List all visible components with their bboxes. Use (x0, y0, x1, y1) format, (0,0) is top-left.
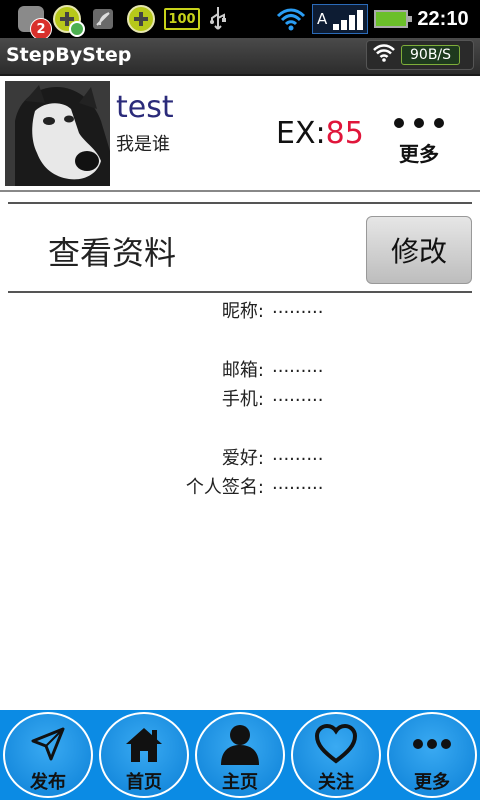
badge-count: 2 (30, 18, 52, 40)
field-label: 邮箱: (221, 360, 264, 381)
heart-icon (314, 722, 358, 766)
edit-button[interactable]: 修改 (366, 216, 472, 284)
user-subtitle: 我是谁 (116, 134, 170, 155)
network-speed-widget: 90B/S (366, 40, 474, 70)
field-value: ......... (272, 297, 324, 318)
app-bar: StepByStep 90B/S (0, 38, 480, 76)
field-label: 爱好: (221, 448, 264, 469)
nav-home[interactable]: 首页 (99, 712, 189, 798)
home-icon (122, 722, 166, 766)
app-title: StepByStep (6, 44, 132, 66)
more-dots-icon (386, 114, 452, 132)
field-email: 邮箱: ......... (0, 356, 480, 384)
experience-display: EX:85 (276, 116, 364, 151)
network-speed-value: 90B/S (401, 45, 461, 65)
field-hobby: 爱好: ......... (0, 444, 480, 472)
send-icon (26, 722, 70, 766)
nav-follow[interactable]: 关注 (291, 712, 381, 798)
nav-label: 主页 (222, 772, 258, 793)
field-value: ......... (272, 444, 324, 465)
ex-value: 85 (325, 116, 364, 151)
more-dots-icon (410, 722, 454, 766)
usb-icon (204, 4, 232, 34)
divider (8, 202, 472, 204)
divider (8, 291, 472, 293)
avatar[interactable] (5, 81, 110, 186)
battery-100-icon: 100 (162, 4, 202, 34)
add-app-icon[interactable] (50, 4, 85, 37)
nav-profile[interactable]: 主页 (195, 712, 285, 798)
leaf-icon[interactable] (90, 4, 116, 34)
nav-label: 更多 (414, 772, 450, 793)
signal-icon: A (312, 4, 368, 34)
status-bar: 2 100 A 22:10 (0, 0, 480, 40)
battery-icon (374, 10, 412, 28)
field-phone: 手机: ......... (0, 385, 480, 413)
bottom-navigation: 发布 首页 主页 关注 更多 (0, 710, 480, 800)
field-nickname: 昵称: ......... (0, 297, 480, 325)
profile-header: test 我是谁 EX:85 更多 (0, 78, 480, 192)
add-circle-icon[interactable] (124, 4, 158, 34)
nav-publish[interactable]: 发布 (3, 712, 93, 798)
ex-label: EX: (276, 116, 326, 151)
section-title: 查看资料 (48, 234, 177, 272)
nav-more[interactable]: 更多 (387, 712, 477, 798)
wifi-icon (274, 4, 308, 34)
battery-100-label: 100 (164, 8, 200, 30)
field-label: 手机: (221, 389, 264, 410)
username: test (116, 90, 174, 125)
field-value: ......... (272, 385, 324, 406)
notification-badge-icon[interactable]: 2 (14, 4, 52, 40)
more-button[interactable]: 更多 (386, 114, 452, 167)
nav-label: 首页 (126, 772, 162, 793)
nav-label: 关注 (318, 772, 354, 793)
user-icon (218, 722, 262, 766)
signal-letter: A (317, 10, 328, 28)
field-value: ......... (272, 356, 324, 377)
clock: 22:10 (417, 7, 469, 30)
nav-label: 发布 (30, 772, 66, 793)
field-label: 昵称: (221, 301, 264, 322)
field-label: 个人签名: (185, 477, 264, 498)
field-signature: 个人签名: ......... (0, 473, 480, 501)
wifi-icon (373, 43, 395, 67)
field-value: ......... (272, 473, 324, 494)
more-label: 更多 (399, 142, 439, 166)
